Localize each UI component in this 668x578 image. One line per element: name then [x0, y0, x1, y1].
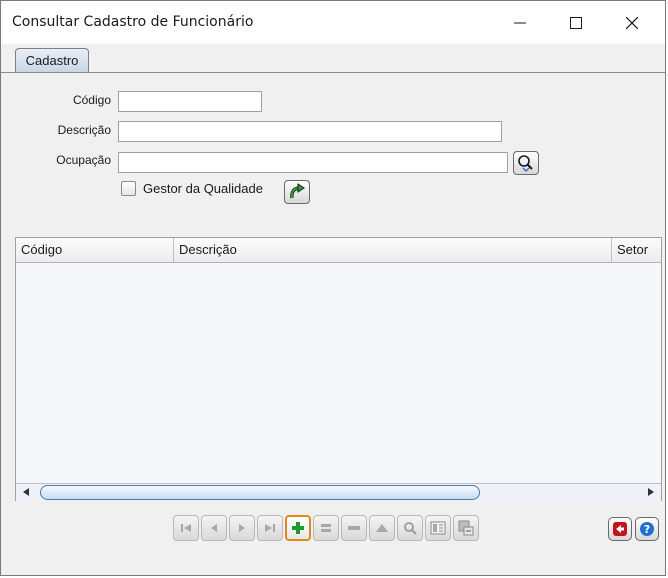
minimize-icon: [514, 22, 526, 23]
delete-record-button[interactable]: [341, 515, 367, 541]
descricao-label: Descrição: [57, 123, 111, 137]
column-header-codigo[interactable]: Código: [16, 238, 174, 262]
close-button[interactable]: [609, 1, 655, 44]
exit-button[interactable]: [608, 517, 632, 541]
export-button[interactable]: [453, 515, 479, 541]
prev-record-button[interactable]: [201, 515, 227, 541]
delete-icon: [348, 526, 360, 530]
scroll-left-icon[interactable]: [21, 487, 31, 497]
descricao-input[interactable]: [118, 121, 502, 142]
help-icon: ?: [640, 522, 654, 536]
tab-strip: Cadastro: [1, 44, 665, 73]
search-icon: [404, 522, 417, 535]
help-button[interactable]: ?: [635, 517, 659, 541]
first-icon: [181, 524, 191, 532]
gestor-qualidade-checkbox[interactable]: [121, 181, 136, 196]
exit-icon: [613, 522, 627, 536]
last-record-button[interactable]: [257, 515, 283, 541]
insert-record-button[interactable]: [285, 515, 311, 541]
close-icon: [626, 16, 638, 29]
scroll-right-icon[interactable]: [646, 487, 656, 497]
redo-arrow-icon: [290, 183, 305, 199]
ocupacao-search-button[interactable]: [513, 151, 539, 175]
maximize-icon: [570, 16, 582, 29]
horizontal-scrollbar[interactable]: [16, 483, 661, 501]
column-header-setor[interactable]: Setor: [612, 238, 661, 262]
ocupacao-label: Ocupação: [56, 153, 111, 167]
edit-icon: [321, 524, 331, 532]
grid-header: Código Descrição Setor: [16, 238, 661, 263]
svg-text:?: ?: [644, 523, 650, 536]
scrollbar-thumb[interactable]: [40, 485, 480, 500]
codigo-label: Código: [72, 93, 111, 107]
insert-icon: [292, 522, 304, 534]
maximize-button[interactable]: [553, 1, 599, 44]
minimize-button[interactable]: [497, 1, 543, 44]
tab-cadastro[interactable]: Cadastro: [15, 48, 89, 72]
edit-record-button[interactable]: [313, 515, 339, 541]
codigo-input[interactable]: [118, 91, 262, 112]
refresh-button[interactable]: [284, 180, 310, 204]
export-icon: [458, 520, 474, 536]
app-window: Consultar Cadastro de Funcionário Cadast…: [0, 0, 666, 576]
report-icon: [430, 521, 446, 535]
gestor-qualidade-label: Gestor da Qualidade: [143, 181, 263, 196]
last-icon: [265, 524, 275, 532]
ocupacao-input[interactable]: [118, 152, 508, 173]
report-button[interactable]: [425, 515, 451, 541]
next-record-button[interactable]: [229, 515, 255, 541]
search-icon: [518, 155, 533, 172]
find-record-button[interactable]: [397, 515, 423, 541]
title-bar: Consultar Cadastro de Funcionário: [1, 1, 665, 44]
column-header-descricao[interactable]: Descrição: [174, 238, 612, 262]
first-record-button[interactable]: [173, 515, 199, 541]
window-title: Consultar Cadastro de Funcionário: [12, 14, 254, 30]
post-record-button[interactable]: [369, 515, 395, 541]
next-icon: [239, 524, 245, 532]
post-icon: [376, 524, 388, 532]
results-grid[interactable]: Código Descrição Setor: [15, 237, 662, 501]
prev-icon: [211, 524, 217, 532]
record-navigator: [173, 515, 479, 543]
